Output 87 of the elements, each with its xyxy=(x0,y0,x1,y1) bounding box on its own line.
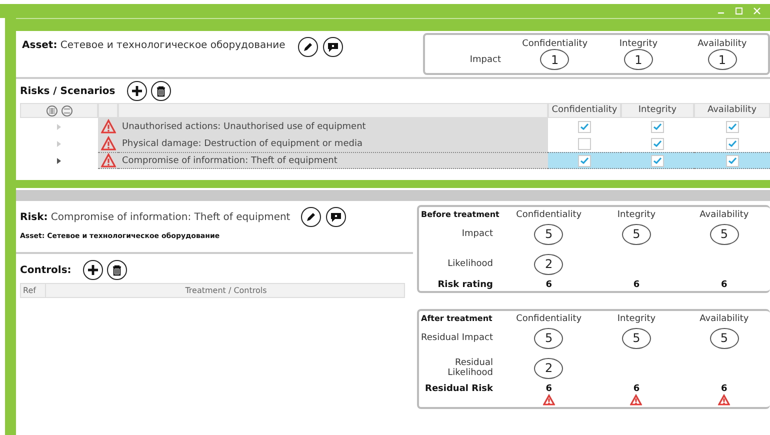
column-header: Integrity xyxy=(618,38,659,49)
score-oval[interactable]: 1 xyxy=(708,49,737,70)
check-icon xyxy=(653,123,662,130)
row-label: Impact xyxy=(460,228,494,241)
maximize-icon[interactable] xyxy=(734,6,744,16)
row-label: Likelihood xyxy=(446,258,494,271)
plus-icon xyxy=(86,263,100,277)
comment-button[interactable] xyxy=(326,207,346,227)
score-oval[interactable]: 2 xyxy=(534,358,564,378)
check-icon xyxy=(728,123,736,130)
score-oval[interactable]: 5 xyxy=(710,224,739,244)
row-label: Residual Impact xyxy=(421,332,494,345)
expand-all-icon[interactable] xyxy=(46,104,58,116)
checkbox[interactable] xyxy=(726,154,738,166)
checkbox[interactable] xyxy=(651,154,664,166)
warning-icon xyxy=(100,119,116,134)
score-oval[interactable]: 2 xyxy=(534,254,564,274)
column-header: Integrity xyxy=(621,103,694,118)
checkbox[interactable] xyxy=(651,120,664,132)
rating-value: 6 xyxy=(546,280,552,290)
warning-icon xyxy=(100,153,116,168)
risk-row[interactable]: Compromise of information: Theft of equipment xyxy=(98,152,770,169)
collapse-all-icon[interactable] xyxy=(60,104,72,116)
score-oval[interactable]: 1 xyxy=(624,49,653,70)
rating-value: 6 xyxy=(633,384,640,394)
column-header: Confidentiality xyxy=(521,38,589,49)
checkbox[interactable] xyxy=(578,154,591,166)
check-icon xyxy=(728,157,736,164)
add-button[interactable] xyxy=(83,260,104,280)
rating-value: 6 xyxy=(546,384,552,394)
row-label: Impact xyxy=(468,54,502,64)
plus-icon xyxy=(130,84,144,98)
score-oval[interactable]: 5 xyxy=(710,328,739,348)
risk-row[interactable]: Physical damage: Destruction of equipment or media xyxy=(98,135,770,152)
edit-button[interactable] xyxy=(298,37,318,57)
score-oval[interactable]: 5 xyxy=(534,328,564,348)
section-title: After treatment xyxy=(421,314,494,322)
comment-button[interactable] xyxy=(323,37,344,57)
delete-button[interactable] xyxy=(151,81,172,101)
column-header: Integrity xyxy=(616,313,657,324)
column-header: Confidentiality xyxy=(548,103,621,118)
speech-bubble-icon xyxy=(326,40,340,54)
delete-button[interactable] xyxy=(107,260,128,280)
checkbox[interactable] xyxy=(726,120,738,132)
checkbox[interactable] xyxy=(578,120,591,132)
column-header: Integrity xyxy=(616,209,657,220)
row-label: Risk rating xyxy=(436,280,494,290)
edit-button[interactable] xyxy=(301,207,322,227)
risk-name: Unauthorised actions: Unauthorised use of equipment xyxy=(118,118,548,135)
risk-name: Compromise of information: Theft of equipment xyxy=(118,152,548,169)
warning-icon xyxy=(100,136,116,151)
checkbox[interactable] xyxy=(651,138,664,150)
score-oval[interactable]: 5 xyxy=(534,224,564,244)
row-arrow-icon[interactable] xyxy=(56,156,62,164)
row-label: Residual Likelihood xyxy=(446,357,494,380)
check-icon xyxy=(653,140,662,147)
column-header: Treatment / Controls xyxy=(184,285,268,297)
rating-value: 6 xyxy=(633,280,640,290)
rating-value: 6 xyxy=(721,384,728,394)
score-oval[interactable]: 5 xyxy=(622,224,651,244)
close-icon[interactable] xyxy=(752,6,762,16)
column-header: Ref xyxy=(21,284,46,297)
asset-title: Asset: Сетевое и технологическое оборудование xyxy=(22,40,286,51)
checkbox[interactable] xyxy=(578,138,591,150)
risk-title: Risk: Compromise of information: Theft of equipment xyxy=(20,212,290,222)
check-icon xyxy=(580,157,589,164)
add-button[interactable] xyxy=(127,81,148,101)
score-oval[interactable]: 1 xyxy=(540,49,570,70)
column-header: Confidentiality xyxy=(515,313,583,324)
column-header: Confidentiality xyxy=(515,209,583,220)
rating-value: 6 xyxy=(721,280,728,290)
check-icon xyxy=(580,123,589,130)
risk-name: Physical damage: Destruction of equipment or media xyxy=(118,135,548,152)
column-header: Availability xyxy=(698,209,750,220)
column-header: Availability xyxy=(696,38,748,49)
speech-bubble-icon xyxy=(329,210,344,224)
section-title: Before treatment xyxy=(421,210,500,218)
row-label: Residual Risk xyxy=(424,384,494,394)
score-oval[interactable]: 5 xyxy=(622,328,651,348)
column-header: Availability xyxy=(698,313,750,324)
risk-row[interactable]: Unauthorised actions: Unauthorised use of equipment xyxy=(98,118,770,135)
section-title: Controls: xyxy=(20,264,72,276)
check-icon xyxy=(728,140,736,147)
checkbox[interactable] xyxy=(726,138,738,150)
section-title: Risks / Scenarios xyxy=(20,86,116,96)
column-header: Availability xyxy=(694,103,770,118)
check-icon xyxy=(653,157,662,164)
